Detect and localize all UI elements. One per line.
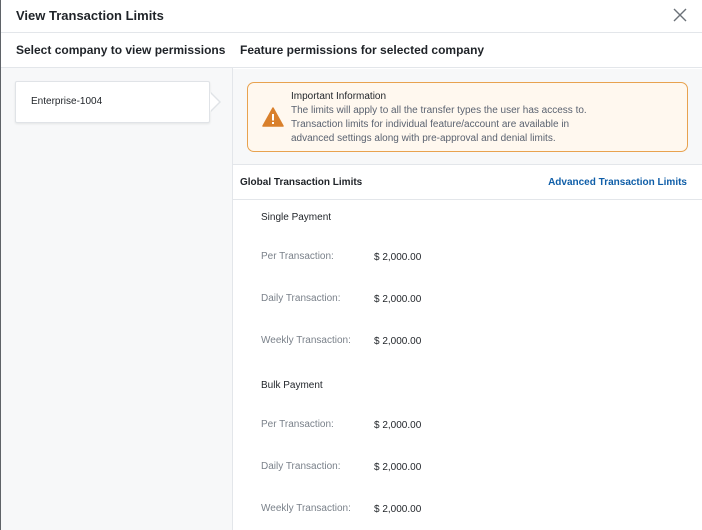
close-icon[interactable] <box>672 7 688 23</box>
modal-header: View Transaction Limits <box>1 0 702 33</box>
selected-pointer <box>210 93 219 111</box>
permissions-pane-title: Feature permissions for selected company <box>240 43 485 57</box>
info-title: Important Information <box>291 91 387 102</box>
company-item-enterprise-1004[interactable]: Enterprise-1004 <box>15 81 210 123</box>
permissions-pane-header: Feature permissions for selected company <box>233 33 702 68</box>
warning-icon <box>262 107 284 127</box>
limit-value: $ 2,000.00 <box>374 462 422 473</box>
advanced-limits-link[interactable]: Advanced Transaction Limits <box>548 177 687 188</box>
limit-label: Daily Transaction: <box>261 293 341 304</box>
info-line: advanced settings along with pre-approva… <box>291 133 556 144</box>
important-info-box: Important Information The limits will ap… <box>247 82 688 152</box>
limit-label: Weekly Transaction: <box>261 335 351 346</box>
info-line: Transaction limits for individual featur… <box>291 119 570 130</box>
company-pane-title: Select company to view permissions <box>16 43 226 57</box>
company-item-label: Enterprise-1004 <box>31 96 103 107</box>
info-strip: Important Information The limits will ap… <box>233 69 702 165</box>
limit-value: $ 2,000.00 <box>374 336 422 347</box>
info-line: The limits will apply to all the transfe… <box>291 105 587 116</box>
section-title-bulk-payment: Bulk Payment <box>261 380 323 391</box>
limit-value: $ 2,000.00 <box>374 252 422 263</box>
global-limits-header: Global Transaction Limits Advanced Trans… <box>233 166 702 200</box>
limit-value: $ 2,000.00 <box>374 504 422 515</box>
limit-label: Daily Transaction: <box>261 461 341 472</box>
permissions-pane: Feature permissions for selected company… <box>233 33 702 530</box>
company-pane: Select company to view permissions Enter… <box>1 33 233 530</box>
section-title-single-payment: Single Payment <box>261 212 332 223</box>
modal-title: View Transaction Limits <box>16 8 164 23</box>
limit-value: $ 2,000.00 <box>374 294 422 305</box>
limit-label: Weekly Transaction: <box>261 503 351 514</box>
limit-value: $ 2,000.00 <box>374 420 422 431</box>
limit-label: Per Transaction: <box>261 251 334 262</box>
limit-label: Per Transaction: <box>261 419 334 430</box>
transaction-limits-modal: View Transaction Limits Select company t… <box>1 0 702 530</box>
company-pane-header: Select company to view permissions <box>1 33 233 68</box>
global-limits-title: Global Transaction Limits <box>240 177 363 188</box>
